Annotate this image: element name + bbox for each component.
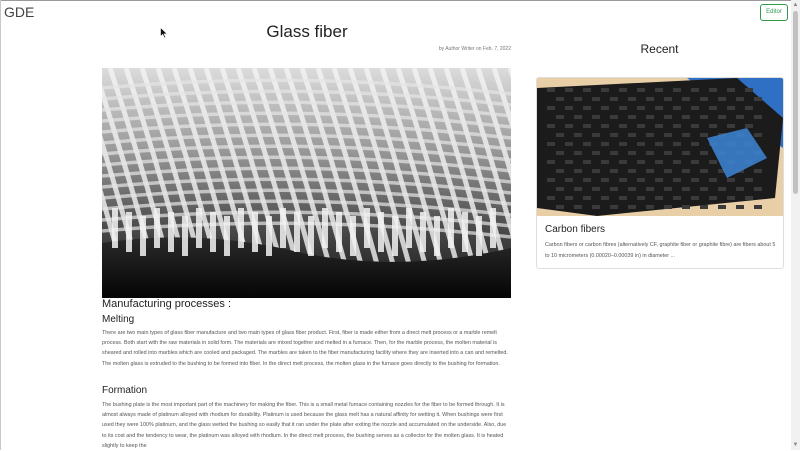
scroll-down-arrow-icon[interactable]: ▼: [791, 441, 800, 450]
scroll-up-arrow-icon[interactable]: ▲: [791, 1, 800, 10]
recent-card[interactable]: Carbon fibers Carbon fibers or carbon fi…: [536, 77, 784, 269]
carbon-fiber-image: [537, 78, 783, 216]
brand-link[interactable]: GDE: [4, 4, 34, 20]
window-top-border: [0, 0, 800, 1]
melting-paragraph: There are two main types of glass fiber …: [102, 330, 508, 367]
card-title[interactable]: Carbon fibers: [545, 224, 605, 235]
card-excerpt: Carbon fibers or carbon fibres (alternat…: [545, 242, 776, 259]
hero-image: [102, 68, 511, 298]
recent-heading: Recent: [640, 42, 679, 56]
melting-heading: Melting: [102, 314, 135, 325]
formation-heading: Formation: [102, 385, 148, 396]
editor-button[interactable]: Editor: [760, 4, 788, 21]
article-title: Glass fiber: [266, 22, 348, 41]
section-heading: Manufacturing processes :: [102, 298, 232, 310]
scrollbar-thumb[interactable]: [793, 11, 798, 194]
window-left-border: [0, 0, 1, 450]
article-byline: by Author Writer on Feb. 7, 2022: [438, 46, 511, 52]
formation-paragraph: The bushing plate is the most important …: [102, 402, 507, 449]
